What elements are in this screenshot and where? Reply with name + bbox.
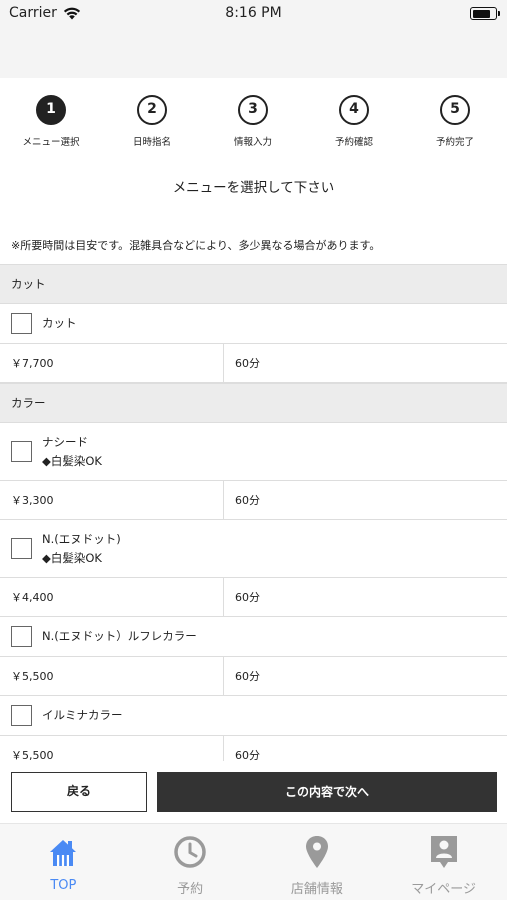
- step-label: 日時指名: [132, 137, 171, 148]
- page-instruction: メニューを選択して下さい: [172, 180, 335, 196]
- menu-item-cut[interactable]: カット: [0, 304, 507, 344]
- menu-item-name: イルミナカラー: [42, 708, 123, 722]
- step-info-input: 3 情報入力: [203, 95, 303, 148]
- menu-item-price-row: ￥5,500 60分: [0, 657, 507, 696]
- step-complete: 5 予約完了: [405, 95, 505, 148]
- menu-item-name: ナシード: [42, 434, 88, 449]
- tab-label: 予約: [177, 882, 204, 897]
- reservation-stepper: 1 メニュー選択 2 日時指名 3 情報入力 4 予約確認 5 予約完了: [0, 95, 507, 155]
- menu-item-price-row: ￥3,300 60分: [0, 481, 507, 520]
- menu-item-price: ￥5,500: [0, 657, 224, 695]
- back-button[interactable]: 戻る: [11, 772, 147, 812]
- step-label: 情報入力: [233, 137, 272, 148]
- menu-item-duration: 60分: [235, 357, 260, 370]
- step-confirm: 4 予約確認: [304, 95, 404, 148]
- category-header-color: カラー: [0, 383, 507, 423]
- menu-list[interactable]: カット カット ￥7,700 60分 カラー ナシード ◆白髪染OK ￥3,30…: [0, 264, 507, 761]
- menu-item-price-row: ￥7,700 60分: [0, 344, 507, 383]
- tab-label: 店舗情報: [290, 882, 343, 897]
- menu-item-name: N.(エヌドット）ルフレカラー: [42, 629, 197, 643]
- category-header-cut: カット: [0, 264, 507, 304]
- step-label: 予約確認: [334, 137, 373, 148]
- menu-item-n-dot[interactable]: N.(エヌドット) ◆白髪染OK: [0, 520, 507, 578]
- menu-item-price-row: ￥5,500 60分: [0, 736, 507, 761]
- home-icon: [0, 834, 127, 870]
- tab-label: マイページ: [411, 882, 476, 897]
- menu-item-name: N.(エヌドット): [42, 531, 121, 546]
- menu-item-duration: 60分: [235, 749, 260, 761]
- step-menu-select: 1 メニュー選択: [1, 95, 101, 148]
- duration-notice: ※所要時間は目安です。混雑具合などにより、多少異なる場合があります。: [11, 239, 381, 252]
- tab-reservation[interactable]: 予約: [127, 824, 254, 900]
- menu-item-checkbox[interactable]: [11, 626, 32, 647]
- navigation-bar: [0, 28, 507, 78]
- menu-item-checkbox[interactable]: [11, 538, 32, 559]
- step-number: 1: [36, 95, 66, 125]
- menu-item-duration: 60分: [235, 494, 260, 507]
- step-number: 3: [238, 95, 268, 125]
- menu-item-price-row: ￥4,400 60分: [0, 578, 507, 617]
- next-button[interactable]: この内容で次へ: [157, 772, 497, 812]
- menu-item-checkbox[interactable]: [11, 705, 32, 726]
- menu-item-checkbox[interactable]: [11, 313, 32, 334]
- step-number: 5: [440, 95, 470, 125]
- tab-label: TOP: [50, 878, 77, 893]
- menu-item-name: カット: [42, 316, 77, 330]
- step-number: 2: [137, 95, 167, 125]
- menu-item-duration: 60分: [235, 591, 260, 604]
- menu-item-n-dot-refre-color[interactable]: N.(エヌドット）ルフレカラー: [0, 617, 507, 657]
- tab-store-info[interactable]: 店舗情報: [254, 824, 381, 900]
- menu-item-price: ￥5,500: [0, 736, 224, 761]
- clock-icon: [127, 834, 254, 870]
- menu-item-price: ￥4,400: [0, 578, 224, 616]
- tab-bar: TOP 予約 店舗情報 マイページ: [0, 823, 507, 900]
- menu-item-note: ◆白髪染OK: [42, 453, 102, 468]
- menu-item-price: ￥3,300: [0, 481, 224, 519]
- step-label: メニュー選択: [22, 137, 80, 148]
- menu-item-price: ￥7,700: [0, 344, 224, 382]
- action-bar: 戻る この内容で次へ: [0, 761, 507, 823]
- menu-item-note: ◆白髪染OK: [42, 550, 102, 565]
- menu-item-nasheed[interactable]: ナシード ◆白髪染OK: [0, 423, 507, 481]
- tab-top[interactable]: TOP: [0, 824, 127, 900]
- step-label: 予約完了: [435, 137, 474, 148]
- status-bar: Carrier 8:16 PM: [0, 0, 507, 28]
- status-time: 8:16 PM: [225, 5, 282, 21]
- tab-my-page[interactable]: マイページ: [380, 824, 507, 900]
- menu-item-illumina-color[interactable]: イルミナカラー: [0, 696, 507, 736]
- user-badge-icon: [380, 834, 507, 870]
- menu-item-duration: 60分: [235, 670, 260, 683]
- menu-item-checkbox[interactable]: [11, 441, 32, 462]
- step-number: 4: [339, 95, 369, 125]
- map-pin-icon: [254, 834, 381, 870]
- step-date-staff: 2 日時指名: [102, 95, 202, 148]
- battery-icon: [470, 7, 500, 20]
